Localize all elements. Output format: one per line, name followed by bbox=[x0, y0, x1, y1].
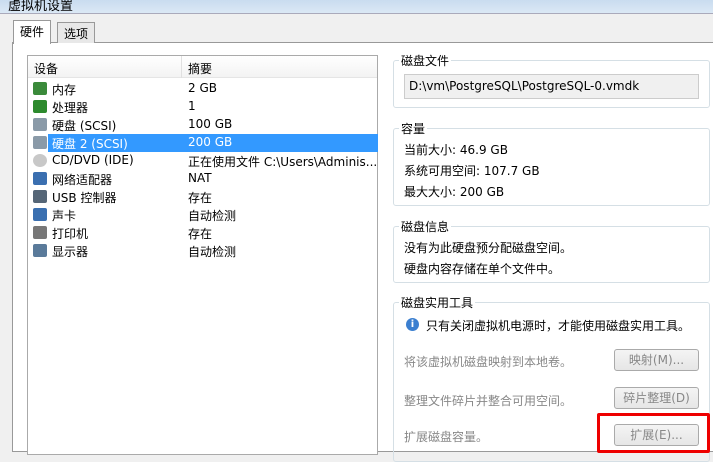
device-name: 网络适配器 bbox=[52, 173, 113, 187]
disk-file-path[interactable]: D:\vm\PostgreSQL\PostgreSQL-0.vmdk bbox=[404, 74, 699, 99]
device-row[interactable]: 硬盘 2 (SCSI) 200 GB bbox=[28, 134, 378, 152]
info-icon: i bbox=[406, 318, 419, 331]
highlight-box bbox=[597, 413, 710, 453]
device-name: CD/DVD (IDE) bbox=[52, 153, 134, 167]
device-row[interactable]: 内存 2 GB bbox=[28, 80, 378, 98]
tab-options[interactable]: 选项 bbox=[57, 22, 96, 43]
device-name: 声卡 bbox=[52, 209, 77, 223]
max-size: 最大大小: 200 GB bbox=[404, 185, 505, 199]
list-header: 设备 摘要 bbox=[28, 56, 377, 78]
device-summary: 存在 bbox=[188, 227, 213, 241]
device-summary: 存在 bbox=[188, 191, 213, 205]
device-summary: 1 bbox=[188, 99, 196, 113]
device-row[interactable]: 显示器 自动检测 bbox=[28, 242, 378, 260]
expand-label: 扩展磁盘容量。 bbox=[404, 430, 489, 444]
device-name: 打印机 bbox=[52, 227, 89, 241]
title-bar: 虚拟机设置 bbox=[0, 0, 713, 14]
device-row[interactable]: 网络适配器 NAT bbox=[28, 170, 378, 188]
device-summary: 正在使用文件 C:\Users\Adminis... bbox=[188, 155, 378, 169]
device-name: 处理器 bbox=[52, 101, 89, 115]
device-name: 硬盘 (SCSI) bbox=[52, 119, 117, 133]
current-size: 当前大小: 46.9 GB bbox=[404, 143, 508, 157]
disk-info-line: 没有为此硬盘预分配磁盘空间。 bbox=[404, 241, 573, 255]
disk-info-line: 硬盘内容存储在单个文件中。 bbox=[404, 262, 561, 276]
device-name: 显示器 bbox=[52, 245, 89, 259]
column-summary[interactable]: 摘要 bbox=[188, 60, 212, 77]
printer-icon bbox=[33, 226, 47, 239]
sound-icon bbox=[33, 208, 47, 221]
device-name: 内存 bbox=[52, 83, 77, 97]
usb-icon bbox=[33, 190, 47, 203]
device-name: 硬盘 2 (SCSI) bbox=[52, 137, 128, 151]
utilities-notice: 只有关闭虚拟机电源时，才能使用磁盘实用工具。 bbox=[426, 319, 691, 333]
device-name: USB 控制器 bbox=[52, 191, 117, 205]
device-row[interactable]: 声卡 自动检测 bbox=[28, 206, 378, 224]
group-title: 磁盘信息 bbox=[399, 218, 452, 235]
defrag-label: 整理文件碎片并整合可用空间。 bbox=[404, 394, 573, 408]
hard-disk-icon bbox=[33, 118, 47, 131]
map-label: 将该虚拟机磁盘映射到本地卷。 bbox=[404, 355, 573, 369]
group-title: 容量 bbox=[399, 120, 428, 137]
disk-file-group: 磁盘文件 D:\vm\PostgreSQL\PostgreSQL-0.vmdk bbox=[393, 52, 710, 108]
device-row[interactable]: CD/DVD (IDE) 正在使用文件 C:\Users\Adminis... bbox=[28, 152, 378, 170]
device-summary: 100 GB bbox=[188, 117, 233, 131]
defrag-button[interactable]: 碎片整理(D) bbox=[614, 387, 699, 409]
display-icon bbox=[33, 244, 47, 257]
device-summary: 200 GB bbox=[188, 135, 233, 149]
network-icon bbox=[33, 172, 47, 185]
device-row[interactable]: 处理器 1 bbox=[28, 98, 378, 116]
capacity-group: 容量 当前大小: 46.9 GB 系统可用空间: 107.7 GB 最大大小: … bbox=[393, 120, 710, 206]
cpu-icon bbox=[33, 100, 47, 113]
memory-icon bbox=[33, 82, 47, 95]
column-device[interactable]: 设备 bbox=[34, 60, 58, 77]
device-summary: NAT bbox=[188, 171, 212, 185]
tab-hardware[interactable]: 硬件 bbox=[13, 20, 52, 44]
map-button[interactable]: 映射(M)... bbox=[614, 349, 699, 371]
cd-icon bbox=[33, 154, 47, 167]
device-summary: 2 GB bbox=[188, 81, 217, 95]
disk-info-group: 磁盘信息 没有为此硬盘预分配磁盘空间。 硬盘内容存储在单个文件中。 bbox=[393, 218, 710, 283]
device-list[interactable]: 设备 摘要 内存 2 GB 处理器 1 硬盘 (SCSI) 100 GB 硬盘 2 (SCS… bbox=[27, 55, 378, 455]
device-summary: 自动检测 bbox=[188, 209, 237, 223]
window-title: 虚拟机设置 bbox=[8, 0, 74, 14]
available-space: 系统可用空间: 107.7 GB bbox=[404, 164, 540, 178]
device-row[interactable]: 硬盘 (SCSI) 100 GB bbox=[28, 116, 378, 134]
device-summary: 自动检测 bbox=[188, 245, 237, 259]
group-title: 磁盘实用工具 bbox=[399, 294, 476, 311]
hard-disk-icon bbox=[33, 136, 47, 149]
device-row[interactable]: USB 控制器 存在 bbox=[28, 188, 378, 206]
device-row[interactable]: 打印机 存在 bbox=[28, 224, 378, 242]
group-title: 磁盘文件 bbox=[399, 52, 452, 69]
